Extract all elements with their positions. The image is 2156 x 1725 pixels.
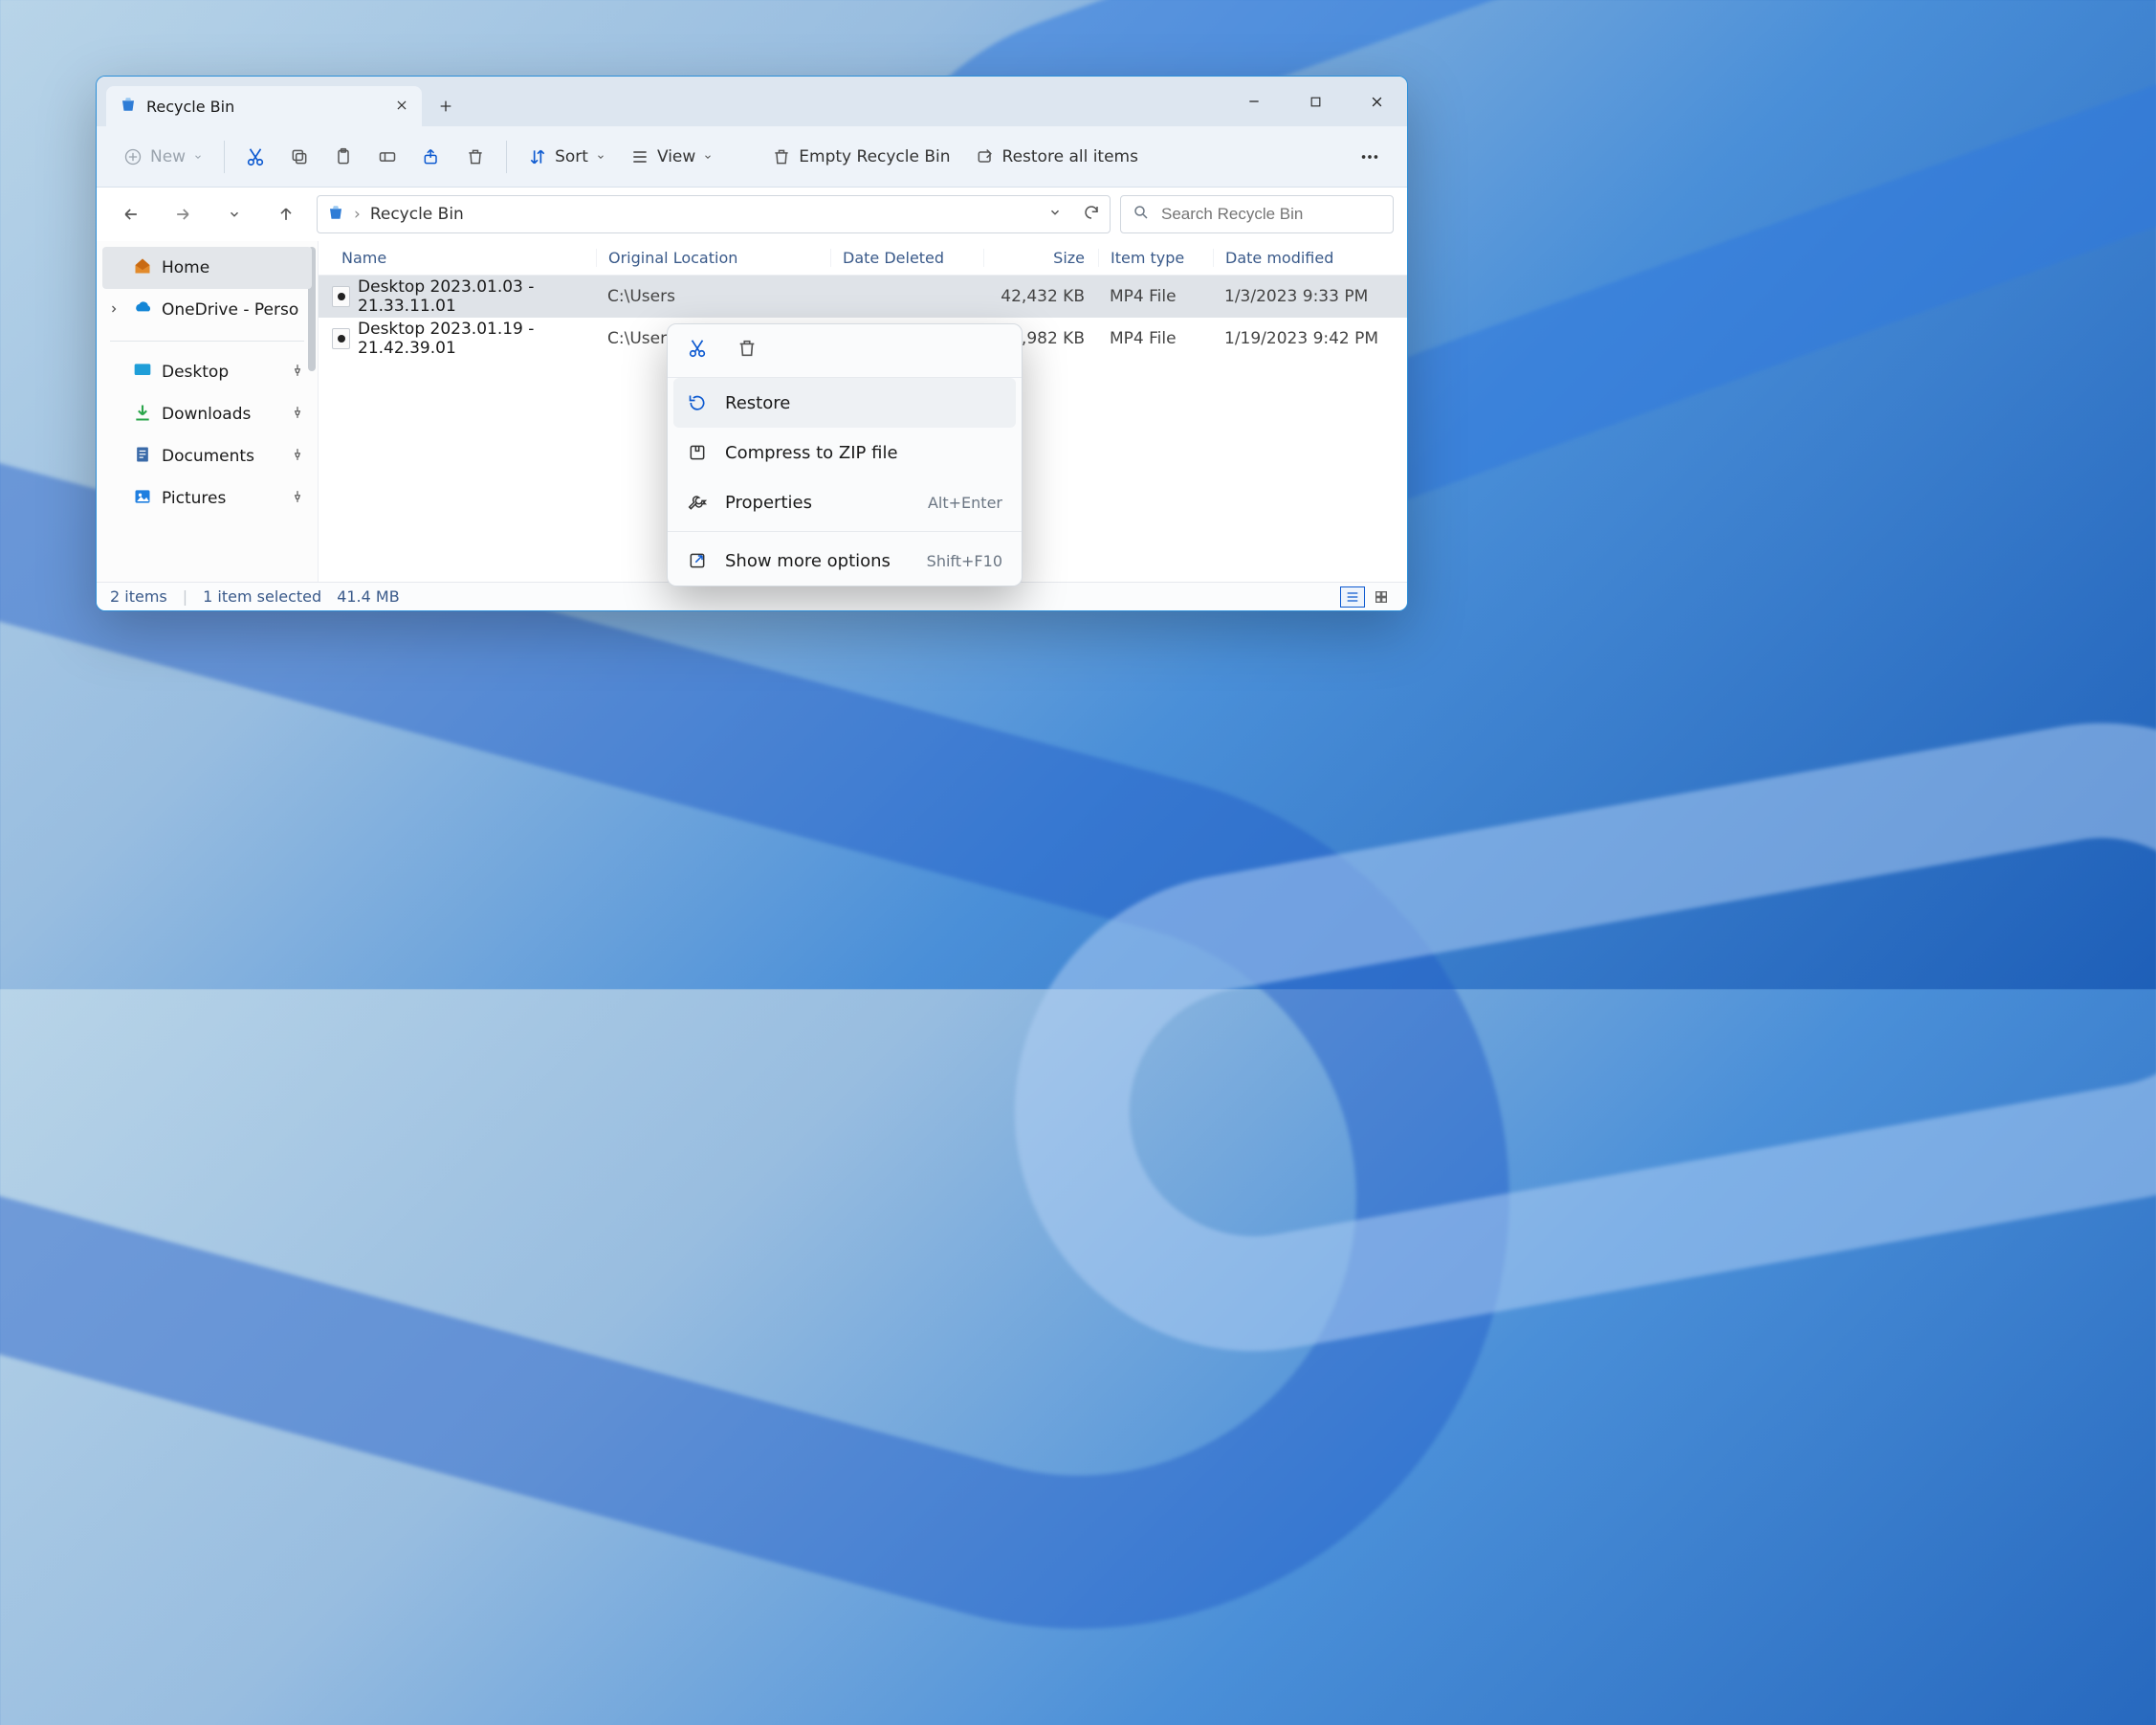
column-size[interactable]: Size — [983, 249, 1098, 267]
cut-icon[interactable] — [687, 338, 708, 364]
menu-properties-shortcut: Alt+Enter — [928, 494, 1002, 512]
sidebar-item-documents[interactable]: Documents — [97, 435, 318, 477]
minimize-button[interactable] — [1223, 77, 1285, 126]
menu-restore[interactable]: Restore — [673, 378, 1016, 428]
titlebar: Recycle Bin — [97, 77, 1407, 126]
forward-button[interactable] — [162, 193, 204, 235]
back-button[interactable] — [110, 193, 152, 235]
sidebar-item-onedrive[interactable]: OneDrive - Perso — [97, 289, 318, 331]
navigation-row: › Recycle Bin — [97, 188, 1407, 241]
column-name[interactable]: Name⌃ — [319, 249, 596, 267]
cut-button[interactable] — [236, 138, 275, 176]
zip-icon — [687, 443, 708, 462]
delete-button[interactable] — [456, 138, 495, 176]
column-date-modified[interactable]: Date modified — [1213, 249, 1407, 267]
pin-icon[interactable] — [291, 363, 304, 382]
sort-button[interactable]: Sort — [518, 138, 615, 176]
restore-all-button[interactable]: Restore all items — [966, 138, 1148, 176]
sidebar-item-home[interactable]: Home — [102, 247, 312, 289]
tab-recycle-bin[interactable]: Recycle Bin — [106, 86, 422, 126]
new-button[interactable]: New — [114, 138, 212, 176]
downloads-icon — [133, 403, 152, 427]
search-icon — [1133, 204, 1150, 226]
up-button[interactable] — [265, 193, 307, 235]
sidebar-item-downloads[interactable]: Downloads — [97, 393, 318, 435]
close-window-button[interactable] — [1346, 77, 1407, 126]
recycle-bin-icon — [327, 204, 344, 226]
column-item-type[interactable]: Item type — [1098, 249, 1213, 267]
explorer-window: Recycle Bin New Sort — [96, 76, 1408, 611]
video-file-icon — [332, 328, 350, 349]
details-view-button[interactable] — [1340, 586, 1365, 608]
chevron-right-icon[interactable] — [108, 300, 120, 320]
menu-compress[interactable]: Compress to ZIP file — [668, 428, 1022, 477]
toolbar: New Sort View Empty Recycle Bin Restore … — [97, 126, 1407, 188]
context-menu: Restore Compress to ZIP file Properties … — [667, 323, 1023, 586]
open-external-icon — [687, 551, 708, 570]
more-button[interactable] — [1350, 138, 1390, 176]
column-headers: Name⌃ Original Location Date Deleted Siz… — [319, 241, 1407, 276]
address-dropdown-icon[interactable] — [1048, 205, 1062, 224]
paste-button[interactable] — [324, 138, 363, 176]
pin-icon[interactable] — [291, 489, 304, 508]
address-bar[interactable]: › Recycle Bin — [317, 195, 1111, 233]
video-file-icon — [332, 286, 350, 307]
view-button[interactable]: View — [621, 138, 722, 176]
properties-icon — [687, 493, 708, 512]
close-tab-icon[interactable] — [395, 98, 408, 116]
maximize-button[interactable] — [1285, 77, 1346, 126]
onedrive-icon — [133, 299, 152, 322]
column-original-location[interactable]: Original Location — [596, 249, 830, 267]
status-count: 2 items — [110, 587, 167, 606]
recycle-bin-icon — [120, 96, 137, 117]
share-button[interactable] — [412, 138, 451, 176]
restore-icon — [687, 393, 708, 412]
delete-icon[interactable] — [737, 338, 758, 364]
search-input[interactable] — [1159, 204, 1381, 225]
refresh-button[interactable] — [1083, 204, 1100, 226]
empty-recycle-bin-button[interactable]: Empty Recycle Bin — [762, 138, 959, 176]
column-date-deleted[interactable]: Date Deleted — [830, 249, 983, 267]
pictures-icon — [133, 487, 152, 511]
tab-title: Recycle Bin — [146, 98, 234, 116]
sidebar-item-pictures[interactable]: Pictures — [97, 477, 318, 520]
file-row[interactable]: Desktop 2023.01.03 - 21.33.11.01 C:\User… — [319, 276, 1407, 318]
breadcrumb-location[interactable]: Recycle Bin — [370, 205, 464, 224]
thumbnails-view-button[interactable] — [1369, 586, 1394, 608]
sidebar: Home OneDrive - Perso Desktop Downloads … — [97, 241, 319, 582]
copy-button[interactable] — [280, 138, 319, 176]
menu-properties[interactable]: Properties Alt+Enter — [668, 477, 1022, 527]
desktop-icon — [133, 361, 152, 385]
recent-dropdown[interactable] — [213, 193, 255, 235]
status-selected: 1 item selected — [203, 587, 321, 606]
search-box[interactable] — [1120, 195, 1394, 233]
new-tab-button[interactable] — [422, 86, 470, 126]
sort-asc-icon: ⌃ — [452, 249, 473, 253]
sidebar-item-desktop[interactable]: Desktop — [97, 351, 318, 393]
home-icon — [133, 256, 152, 280]
status-size: 41.4 MB — [337, 587, 400, 606]
pin-icon[interactable] — [291, 405, 304, 424]
documents-icon — [133, 445, 152, 469]
pin-icon[interactable] — [291, 447, 304, 466]
rename-button[interactable] — [368, 138, 407, 176]
menu-show-more[interactable]: Show more options Shift+F10 — [668, 536, 1022, 586]
menu-more-shortcut: Shift+F10 — [927, 552, 1002, 570]
